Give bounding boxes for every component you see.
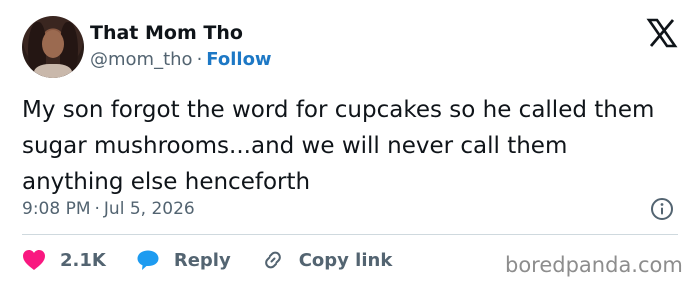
reply-button[interactable]: Reply (136, 249, 231, 271)
avatar-shirt (34, 64, 72, 78)
speech-bubble-icon (137, 250, 159, 270)
x-logo-icon[interactable] (646, 18, 678, 48)
avatar[interactable] (22, 16, 84, 78)
copy-link-button[interactable]: Copy link (261, 248, 393, 272)
likes-count: 2.1K (60, 249, 106, 271)
like-button[interactable]: 2.1K (22, 249, 106, 271)
tweet-timestamp[interactable]: 9:08 PM · Jul 5, 2026 (22, 197, 195, 221)
reply-label: Reply (173, 249, 231, 271)
watermark: boredpanda.com (505, 253, 683, 277)
link-icon (264, 251, 281, 269)
author-name[interactable]: That Mom Tho (90, 21, 243, 45)
tweet-text: My son forgot the word for cupcakes so h… (22, 97, 655, 195)
copy-link-label: Copy link (298, 249, 393, 271)
author-handle[interactable]: @mom_tho (90, 49, 193, 70)
timestamp-separator: · (94, 199, 100, 219)
info-icon[interactable] (650, 197, 674, 221)
divider (22, 234, 678, 235)
author-handle-row: @mom_tho · Follow (90, 48, 272, 72)
handle-separator: · (196, 49, 203, 70)
heart-icon (23, 250, 45, 270)
action-bar: 2.1K Reply Copy link (22, 246, 422, 274)
avatar-face (42, 30, 64, 58)
follow-button[interactable]: Follow (206, 49, 271, 70)
tweet-time: 9:08 PM (22, 199, 91, 219)
tweet-date: Jul 5, 2026 (103, 199, 195, 219)
